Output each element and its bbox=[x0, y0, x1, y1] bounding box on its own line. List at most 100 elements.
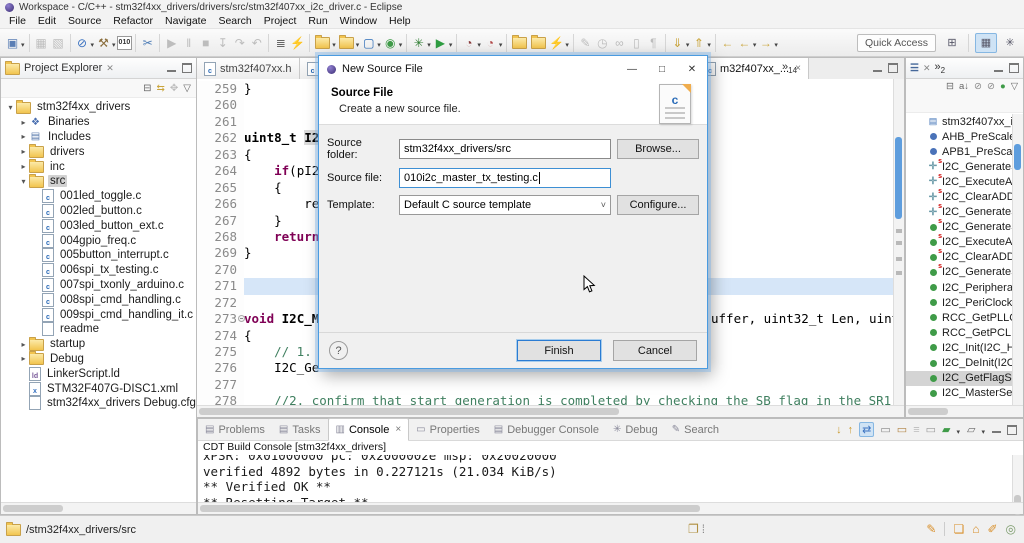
expanded-arrow-icon[interactable]: ▾ bbox=[18, 177, 29, 186]
console-view-icon[interactable]: ≣ bbox=[272, 33, 289, 53]
dropdown-arrow-icon[interactable]: ▾ bbox=[565, 41, 569, 49]
dropdown-arrow-icon[interactable]: ▾ bbox=[356, 41, 360, 49]
source-file-input[interactable]: 010i2c_master_tx_testing.c bbox=[399, 168, 611, 188]
new-cpp-project-icon[interactable] bbox=[338, 34, 354, 49]
code-line[interactable]: 277 bbox=[197, 376, 894, 394]
edit-icon[interactable]: ✐ bbox=[987, 522, 997, 536]
dropdown-arrow-icon[interactable]: ▾ bbox=[332, 41, 336, 49]
source-folder-input[interactable]: stm32f4xx_drivers/src bbox=[399, 139, 611, 159]
forward-icon[interactable]: → bbox=[757, 33, 774, 53]
console-tab-search[interactable]: ✎ Search bbox=[665, 419, 726, 440]
collapsed-arrow-icon[interactable]: ▸ bbox=[18, 354, 29, 363]
outline-item[interactable]: I2C_PeriClock bbox=[906, 295, 1013, 310]
hide-nonpublic-icon[interactable]: ● bbox=[1000, 81, 1006, 92]
external-tools-icon[interactable]: ⚡ bbox=[548, 33, 565, 53]
dropdown-arrow-icon[interactable]: ▾ bbox=[981, 428, 985, 436]
dialog-close-icon[interactable]: ✕ bbox=[677, 56, 707, 82]
dropdown-arrow-icon[interactable]: ▾ bbox=[449, 41, 453, 49]
prev-annotation-icon[interactable]: ⇑ bbox=[690, 33, 707, 53]
dropdown-arrow-icon[interactable]: ▾ bbox=[707, 41, 711, 49]
next-annotation-icon[interactable]: ⇓ bbox=[669, 33, 686, 53]
outline-item[interactable]: s I2C_ExecuteA bbox=[906, 233, 1013, 250]
minimize-icon[interactable] bbox=[992, 431, 1001, 433]
education-icon[interactable]: ⌂ bbox=[972, 522, 979, 536]
suspend-icon[interactable]: ‖ bbox=[180, 33, 197, 53]
menu-file[interactable]: File bbox=[3, 15, 32, 27]
finish-button[interactable]: Finish bbox=[517, 340, 601, 361]
collapsed-arrow-icon[interactable]: ▸ bbox=[18, 132, 29, 141]
show-error-icon[interactable]: ▭ bbox=[897, 423, 907, 436]
outline-item[interactable]: APB1_PreScal bbox=[906, 144, 1013, 159]
dropdown-arrow-icon[interactable]: ▾ bbox=[499, 41, 503, 49]
new-c-file-icon[interactable]: ▢ bbox=[360, 33, 377, 53]
console-tab-tasks[interactable]: ▤ Tasks bbox=[272, 419, 328, 440]
tree-item[interactable]: ld LinkerScript.ld bbox=[1, 366, 196, 381]
link-icon[interactable]: ∞ bbox=[611, 33, 628, 53]
view-menu-icon[interactable]: ▽ bbox=[183, 83, 191, 94]
browse-button[interactable]: Browse... bbox=[617, 139, 699, 159]
help-button[interactable]: ? bbox=[329, 341, 348, 360]
dropdown-arrow-icon[interactable]: ▾ bbox=[427, 41, 431, 49]
outline-item[interactable]: I2C_Init(I2C_H bbox=[906, 340, 1013, 355]
console-output[interactable]: xPSR: 0x01000000 pc: 0x2000002e msp: 0x2… bbox=[198, 455, 1013, 503]
resume-icon[interactable]: ▶ bbox=[163, 33, 180, 53]
menu-run[interactable]: Run bbox=[302, 15, 333, 27]
tree-item[interactable]: ▸ Debug bbox=[1, 351, 196, 367]
dropdown-arrow-icon[interactable]: ▾ bbox=[399, 41, 403, 49]
dropdown-arrow-icon[interactable]: ▾ bbox=[753, 41, 757, 49]
tree-item[interactable]: stm32f4xx_drivers Debug.cfg bbox=[1, 396, 196, 411]
tree-item[interactable]: ▾ stm32f4xx_drivers bbox=[1, 99, 196, 115]
menu-project[interactable]: Project bbox=[258, 15, 303, 27]
clear-console-icon[interactable]: ▭ bbox=[926, 423, 936, 436]
console-hscrollbar[interactable] bbox=[198, 502, 1023, 514]
outline-item[interactable]: I2C_Periphera bbox=[906, 280, 1013, 295]
dropdown-arrow-icon[interactable]: ▾ bbox=[477, 41, 481, 49]
minimize-icon[interactable] bbox=[994, 69, 1003, 72]
outline-item[interactable]: ✛ s I2C_GenerateS bbox=[906, 158, 1013, 174]
tree-item[interactable]: c 007spi_txonly_arduino.c bbox=[1, 277, 196, 293]
console-tab-console[interactable]: ▥ Console × bbox=[327, 418, 410, 441]
link-editor-icon[interactable]: ⇆ bbox=[157, 83, 165, 94]
flash-target-icon[interactable]: ⚡ bbox=[289, 33, 306, 53]
word-wrap-icon[interactable]: ≡ bbox=[913, 424, 919, 436]
menu-refactor[interactable]: Refactor bbox=[107, 15, 159, 27]
sort-icon[interactable]: a↓ bbox=[959, 81, 969, 92]
dropdown-arrow-icon[interactable]: ▾ bbox=[21, 41, 25, 49]
tree-item[interactable]: ▾ src bbox=[1, 173, 196, 189]
outline-item[interactable]: ✛ s I2C_ClearADD bbox=[906, 188, 1013, 204]
maximize-icon[interactable] bbox=[182, 63, 192, 73]
outline-item[interactable]: ▤ stm32f407xx_i bbox=[906, 114, 1013, 129]
maximize-icon[interactable] bbox=[888, 63, 898, 73]
tree-item[interactable]: c 002led_button.c bbox=[1, 203, 196, 219]
save-icon[interactable]: ▦ bbox=[33, 33, 50, 53]
doc-icon[interactable]: ▯ bbox=[628, 33, 645, 53]
back-icon[interactable]: ← bbox=[736, 33, 753, 53]
menu-source[interactable]: Source bbox=[62, 15, 107, 27]
tree-item[interactable]: readme bbox=[1, 322, 196, 337]
outline-hscrollbar[interactable] bbox=[906, 405, 1023, 417]
collapsed-arrow-icon[interactable]: ▸ bbox=[18, 162, 29, 171]
collapsed-arrow-icon[interactable]: ▸ bbox=[18, 340, 29, 349]
status-tray-menu-icon[interactable]: ⁞ bbox=[702, 522, 705, 536]
outline-item[interactable]: ✛ s I2C_ExecuteA bbox=[906, 173, 1013, 189]
new-wizard-icon[interactable]: ▣ bbox=[4, 33, 21, 53]
outline-vscrollbar[interactable] bbox=[1012, 114, 1023, 405]
debug-icon[interactable]: ✳ bbox=[410, 33, 427, 53]
expanded-arrow-icon[interactable]: ▾ bbox=[5, 103, 16, 112]
tab-overflow[interactable]: »14 bbox=[782, 61, 797, 75]
tab-close-icon[interactable]: × bbox=[395, 424, 401, 435]
console-tab-properties[interactable]: ▭ Properties bbox=[409, 419, 487, 440]
debug-perspective-icon[interactable]: ✳ bbox=[1000, 34, 1020, 52]
show-console-icon[interactable]: ▭ bbox=[880, 423, 890, 436]
open-console-icon[interactable]: ▱ bbox=[967, 423, 975, 436]
project-explorer-hscrollbar[interactable] bbox=[1, 502, 196, 514]
tab-close-icon[interactable]: ✕ bbox=[923, 63, 931, 74]
cpp-perspective-icon[interactable]: ▦ bbox=[975, 32, 997, 53]
menu-edit[interactable]: Edit bbox=[32, 15, 62, 27]
dropdown-arrow-icon[interactable]: ▾ bbox=[957, 428, 961, 436]
build-icon[interactable]: ⚒ bbox=[95, 33, 112, 53]
outline-item[interactable]: ✛ s I2C_GenerateS bbox=[906, 203, 1013, 220]
coverage-icon[interactable]: ◔ bbox=[482, 33, 499, 53]
collapse-all-icon[interactable]: ⊟ bbox=[143, 83, 151, 94]
dialog-title-bar[interactable]: New Source File — □ ✕ bbox=[319, 56, 707, 82]
